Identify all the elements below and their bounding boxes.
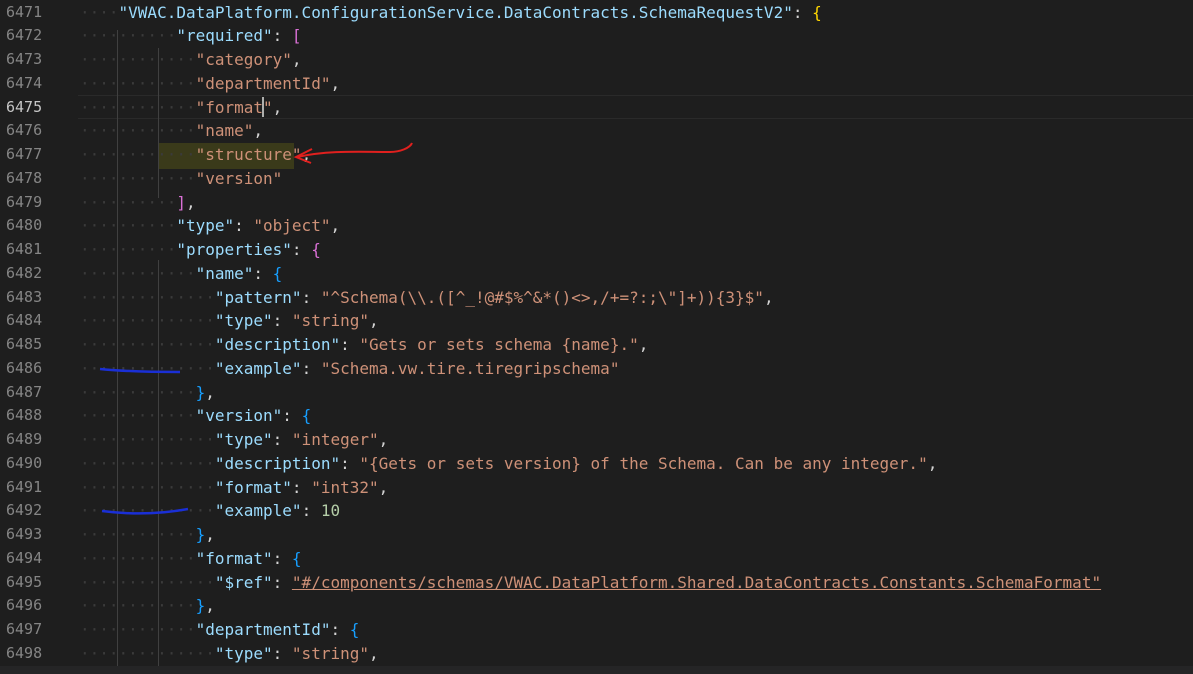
status-strip — [0, 666, 1193, 674]
blue-underline-6492 — [101, 507, 189, 515]
red-arrow-icon — [296, 142, 413, 158]
code-editor[interactable]: 6471 ····"VWAC.DataPlatform.Configuration… — [0, 0, 1193, 674]
annotation-layer — [99, 142, 413, 515]
blue-underline-6486 — [99, 367, 181, 374]
